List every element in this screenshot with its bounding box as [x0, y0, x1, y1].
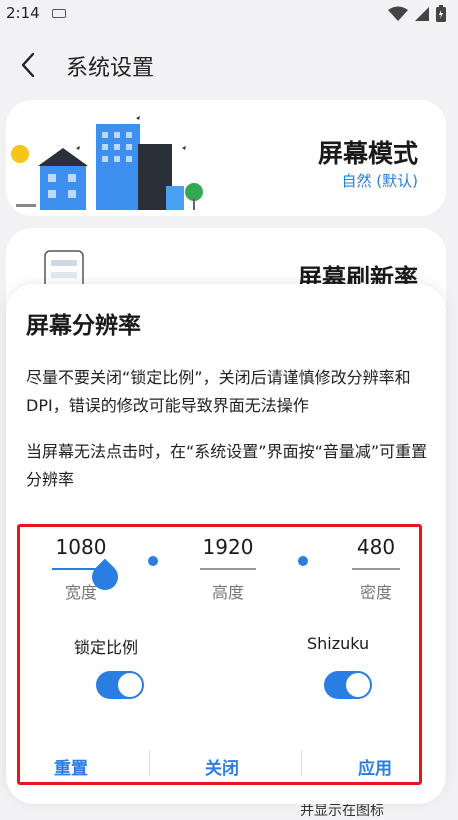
- dialog-title: 屏幕分辨率: [26, 313, 141, 339]
- status-time: 2:14: [6, 4, 40, 22]
- dialog-warning-text: 尽量不要关闭“锁定比例”，关闭后请谨慎修改分辨率和DPI，错误的修改可能导致界面…: [26, 368, 411, 415]
- screen-mode-card[interactable]: 屏幕模式 自然 (默认): [6, 100, 446, 216]
- screen-mode-title: 屏幕模式: [317, 139, 418, 168]
- app-header: 系统设置: [0, 40, 458, 92]
- close-button[interactable]: 关闭: [205, 754, 239, 779]
- separator-dot: [148, 556, 158, 566]
- status-bar: 2:14: [0, 0, 458, 28]
- shizuku-label: Shizuku: [307, 634, 370, 653]
- toggle-knob: [118, 673, 142, 697]
- lock-ratio-label: 锁定比例: [74, 638, 139, 657]
- city-illustration-icon: [11, 116, 203, 210]
- dialog-reset-hint: 当屏幕无法点击时，在“系统设置”界面按“音量减”可重置分辨率: [26, 442, 428, 489]
- toggle-knob: [346, 673, 370, 697]
- height-input[interactable]: 1920: [200, 535, 256, 559]
- battery-icon: [436, 5, 446, 22]
- density-label: 密度: [359, 583, 392, 602]
- status-icons: [388, 5, 446, 22]
- width-input[interactable]: 1080: [52, 535, 110, 559]
- screen-mode-value: 自然 (默认): [341, 172, 418, 190]
- resolution-dialog: 屏幕分辨率 尽量不要关闭“锁定比例”，关闭后请谨慎修改分辨率和DPI，错误的修改…: [6, 284, 446, 804]
- apply-button[interactable]: 应用: [358, 754, 392, 779]
- separator-dot: [298, 556, 308, 566]
- button-divider: [149, 750, 150, 776]
- reset-button[interactable]: 重置: [54, 754, 88, 779]
- lock-ratio-toggle[interactable]: [96, 671, 144, 699]
- back-arrow-icon[interactable]: [14, 50, 44, 80]
- keyboard-icon: [52, 9, 66, 18]
- density-field[interactable]: 480 密度: [352, 535, 400, 605]
- signal-icon: [415, 6, 429, 21]
- shizuku-toggle[interactable]: [324, 671, 372, 699]
- button-divider: [301, 750, 302, 776]
- wifi-icon: [388, 6, 408, 21]
- height-field[interactable]: 1920 高度: [200, 535, 256, 605]
- height-label: 高度: [211, 583, 244, 602]
- page-title: 系统设置: [66, 56, 155, 81]
- density-underline: [352, 568, 400, 570]
- height-underline: [200, 568, 256, 570]
- density-input[interactable]: 480: [352, 535, 400, 559]
